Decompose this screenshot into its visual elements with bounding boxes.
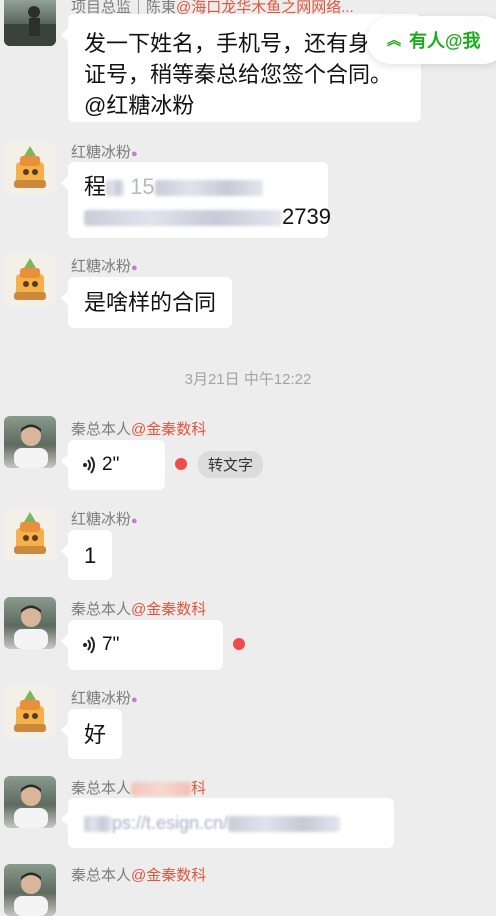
sender-name: 红糖冰粉● (71, 690, 138, 707)
sender-mention: 科 (191, 780, 207, 797)
sender-name: 红糖冰粉● (71, 258, 138, 275)
voice-message[interactable]: 2" (61, 440, 165, 490)
message-text: 发一下姓名，手机号，还有身份证号，稍等秦总给您签个合同。@红糖冰粉 (84, 31, 393, 118)
avatar[interactable] (4, 597, 56, 649)
sender-name: 秦总本人@金秦数科 (71, 867, 207, 884)
avatar[interactable] (4, 864, 56, 916)
unread-dot (233, 638, 245, 650)
message-text: 1 (84, 543, 97, 568)
unread-dot (175, 458, 187, 470)
sender-mention: @金秦数科 (131, 421, 207, 438)
avatar[interactable] (4, 416, 56, 468)
voice-wave-icon (83, 635, 95, 654)
sender-mention: @金秦数科 (131, 867, 207, 884)
candy-icon: ● (131, 262, 138, 274)
avatar[interactable] (4, 142, 56, 194)
link-message[interactable]: ps://t.esign.cn/ (61, 798, 394, 848)
sender-name: 秦总本人科 (71, 780, 207, 797)
message-text: 好 (84, 722, 107, 747)
timestamp: 3月21日 中午12:22 (184, 371, 312, 388)
candy-icon: ● (131, 148, 138, 160)
voice-duration: 2" (102, 454, 120, 475)
sender-name: 红糖冰粉● (71, 144, 138, 161)
message-bubble[interactable]: 程 15 2739 (61, 162, 331, 238)
message-text: 是啥样的合同 (84, 290, 217, 315)
candy-icon: ● (131, 694, 138, 706)
transcribe-button[interactable]: 转文字 (198, 451, 264, 478)
message-text: 程 (84, 174, 107, 199)
sender-name: 秦总本人@金秦数科 (71, 421, 207, 438)
message-bubble[interactable]: 是啥样的合同 (61, 277, 232, 328)
sender-name: 秦总本人@金秦数科 (71, 601, 207, 618)
avatar[interactable] (4, 254, 56, 306)
candy-icon: ● (131, 515, 138, 527)
sender-mention: @金秦数科 (131, 601, 207, 618)
mention-me-button[interactable]: ︽ 有人@我 (367, 16, 496, 64)
avatar[interactable] (4, 776, 56, 828)
avatar[interactable] (4, 0, 56, 46)
voice-message[interactable]: 7" (61, 620, 223, 670)
link-text: ps://t.esign.cn/ (112, 813, 229, 833)
voice-duration: 7" (102, 634, 120, 655)
sender-name: 红糖冰粉● (71, 511, 138, 528)
message-text: 2739 (282, 204, 331, 229)
avatar[interactable] (4, 508, 56, 560)
message-bubble[interactable]: 1 (61, 530, 112, 580)
avatar[interactable] (4, 686, 56, 738)
double-chevron-up-icon: ︽ (387, 32, 401, 48)
voice-wave-icon (83, 455, 95, 474)
message-bubble[interactable]: 好 (61, 709, 122, 759)
